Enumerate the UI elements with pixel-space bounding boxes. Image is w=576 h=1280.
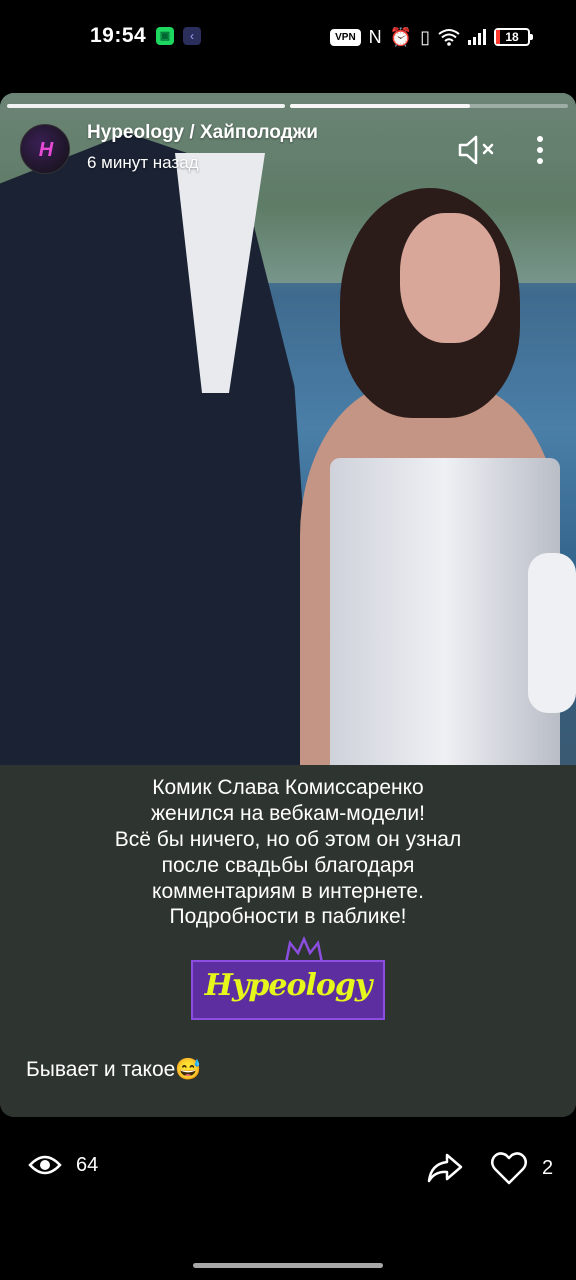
- wifi-icon: [438, 29, 460, 46]
- bride-glove: [528, 553, 576, 713]
- vibrate-icon: ▯: [420, 27, 430, 47]
- battery-level: 18: [505, 30, 519, 44]
- sound-muted-icon[interactable]: [456, 133, 498, 167]
- signal-icon: [468, 29, 486, 45]
- alarm-icon: ⏰: [389, 27, 413, 47]
- story-headline: Комик Слава Комиссаренко женился на вебк…: [0, 775, 576, 905]
- home-indicator[interactable]: [193, 1263, 383, 1268]
- bride-dress: [330, 458, 560, 765]
- story-progress-1: [7, 104, 285, 108]
- eye-icon: [28, 1155, 62, 1175]
- battery-icon: 18: [494, 28, 533, 46]
- share-icon[interactable]: [425, 1151, 465, 1185]
- status-time: 19:54: [90, 24, 147, 47]
- hypeology-logo: Hypeology: [191, 960, 385, 1020]
- story-photo: [0, 93, 576, 765]
- headline-line: Всё бы ничего, но об этом он узнал: [114, 828, 462, 851]
- vpn-icon: VPN: [330, 28, 361, 46]
- app-notification-icon-2: ‹: [183, 27, 201, 45]
- bride-face: [400, 213, 500, 343]
- author-name[interactable]: Hypeology / Хайполоджи: [87, 122, 318, 144]
- headline-line: комментариям в интернете.: [152, 880, 424, 903]
- views-counter[interactable]: 64: [28, 1153, 98, 1177]
- headline-line: Комик Слава Комиссаренко: [152, 776, 424, 799]
- story-card[interactable]: Hypeology / Хайполоджи 6 минут назад Ком…: [0, 93, 576, 1117]
- logo-text: Hypeology: [204, 968, 373, 1003]
- post-time: 6 минут назад: [87, 153, 199, 172]
- headline-line: женился на вебкам-модели!: [151, 802, 425, 825]
- more-options-icon[interactable]: [527, 133, 553, 167]
- status-bar: 19:54 ▣ ‹ VPN Ν ⏰ ▯ 18: [0, 0, 576, 78]
- status-icons: VPN Ν ⏰ ▯ 18: [330, 26, 533, 48]
- likes-count: 2: [542, 1157, 554, 1179]
- story-comment: Бывает и такое😅: [26, 1058, 202, 1081]
- heart-icon[interactable]: [490, 1150, 528, 1186]
- app-notification-icon: ▣: [156, 27, 174, 45]
- author-avatar[interactable]: [20, 124, 71, 175]
- nfc-icon: Ν: [368, 27, 382, 47]
- story-subline: Подробности в паблике!: [169, 905, 407, 928]
- story-progress-2: [290, 104, 470, 108]
- headline-line: после свадьбы благодаря: [161, 854, 415, 877]
- views-count: 64: [76, 1153, 99, 1176]
- story-caption-area: Комик Слава Комиссаренко женился на вебк…: [0, 765, 576, 1117]
